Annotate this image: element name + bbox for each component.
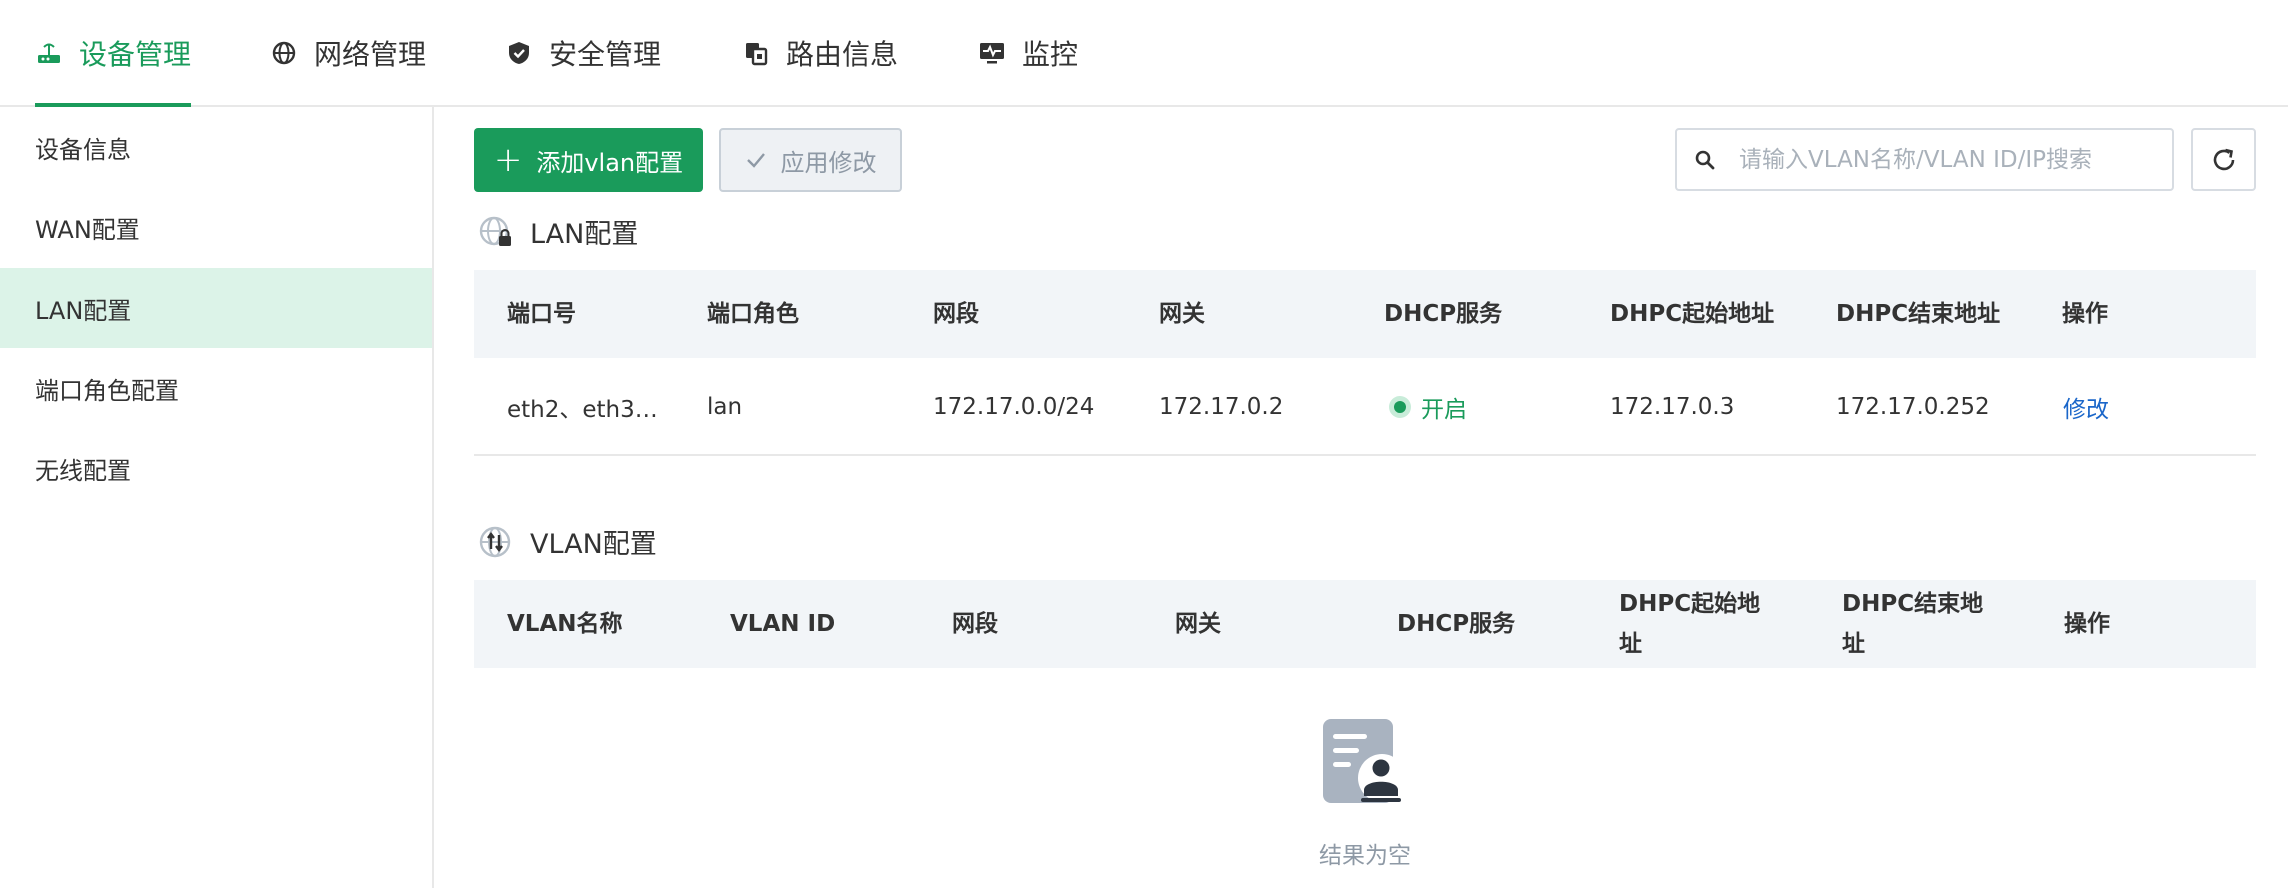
vlan-section-title-text: VLAN配置 xyxy=(530,529,657,560)
edit-link[interactable]: 修改 xyxy=(2063,390,2109,424)
column-header: 网段 xyxy=(933,301,979,327)
column-header: DHPC起始地址 xyxy=(1610,301,1775,327)
sidebar-item-wireless-config[interactable]: 无线配置 xyxy=(0,428,432,508)
router-icon xyxy=(35,39,63,67)
nav-tab-label: 安全管理 xyxy=(549,37,662,71)
column-header: VLAN ID xyxy=(730,611,836,637)
column-header: VLAN名称 xyxy=(507,611,623,637)
refresh-button[interactable] xyxy=(2191,128,2256,191)
add-vlan-button[interactable]: + 添加vlan配置 xyxy=(474,128,703,192)
sidebar-item-lan-config[interactable]: LAN配置 xyxy=(0,268,432,348)
nav-tab-route-info[interactable]: 路由信息 xyxy=(742,0,898,105)
column-header: 网关 xyxy=(1175,611,1221,637)
column-header: 网段 xyxy=(952,611,998,637)
search-icon xyxy=(1677,149,1733,171)
sidebar-item-label: 设备信息 xyxy=(35,135,131,164)
vlan-table-header: VLAN名称 VLAN ID 网段 网关 DHCP服务 DHPC起始地址 DHP… xyxy=(474,580,2256,668)
nav-tab-label: 监控 xyxy=(1022,37,1079,71)
route-icon xyxy=(742,39,770,67)
vlan-table: VLAN名称 VLAN ID 网段 网关 DHCP服务 DHPC起始地址 DHP… xyxy=(474,580,2256,668)
column-header: 操作 xyxy=(2062,301,2108,327)
sidebar-item-label: WAN配置 xyxy=(35,215,140,244)
nav-tab-monitor[interactable]: 监控 xyxy=(978,0,1078,105)
column-header: 端口角色 xyxy=(707,301,799,327)
nav-tab-label: 网络管理 xyxy=(314,37,427,71)
globe-icon xyxy=(270,39,298,67)
shield-icon xyxy=(505,39,533,67)
check-icon xyxy=(745,149,767,171)
nav-tab-label: 设备管理 xyxy=(79,37,192,71)
sidebar-item-label: 端口角色配置 xyxy=(35,376,179,405)
dhcp-status-text: 开启 xyxy=(1421,397,1467,423)
cell-gateway: 172.17.0.2 xyxy=(1159,394,1284,420)
status-dot-icon xyxy=(1389,396,1411,418)
lan-section-title: LAN配置 xyxy=(478,212,638,251)
table-row: eth2、eth3… lan 172.17.0.0/24 172.17.0.2 … xyxy=(474,358,2256,456)
column-header: 端口号 xyxy=(507,301,576,327)
cell-dhcp-start: 172.17.0.3 xyxy=(1610,394,1735,420)
lan-table: 端口号 端口角色 网段 网关 DHCP服务 DHPC起始地址 DHPC结束地址 … xyxy=(474,270,2256,456)
cell-role: lan xyxy=(707,394,743,420)
refresh-icon xyxy=(2209,145,2239,175)
apply-changes-button[interactable]: 应用修改 xyxy=(719,128,902,192)
cell-port: eth2、eth3… xyxy=(507,397,658,423)
column-header: DHCP服务 xyxy=(1384,301,1503,327)
sidebar-item-label: LAN配置 xyxy=(35,296,132,325)
column-header: DHPC结束地址 xyxy=(1842,591,1984,657)
sidebar: 设备信息 WAN配置 LAN配置 端口角色配置 无线配置 xyxy=(0,107,434,888)
vlan-section-title: VLAN配置 xyxy=(478,522,657,561)
nav-tab-label: 路由信息 xyxy=(786,37,899,71)
globe-transfer-icon xyxy=(478,524,514,560)
monitor-icon xyxy=(978,39,1006,67)
add-vlan-button-label: 添加vlan配置 xyxy=(536,148,684,177)
cell-dhcp-end: 172.17.0.252 xyxy=(1836,394,1990,420)
column-header: DHPC起始地址 xyxy=(1619,591,1761,657)
column-header: DHPC结束地址 xyxy=(1836,301,2001,327)
lan-table-header: 端口号 端口角色 网段 网关 DHCP服务 DHPC起始地址 DHPC结束地址 … xyxy=(474,270,2256,358)
search-input[interactable] xyxy=(1733,130,2172,189)
sidebar-item-device-info[interactable]: 设备信息 xyxy=(0,107,432,187)
cell-dhcp-status: 开启 xyxy=(1389,358,1467,456)
column-header: 网关 xyxy=(1159,301,1205,327)
nav-tab-device-management[interactable]: 设备管理 xyxy=(35,0,192,107)
apply-changes-button-label: 应用修改 xyxy=(780,148,877,177)
empty-state-text: 结果为空 xyxy=(1319,843,1411,869)
cell-subnet: 172.17.0.0/24 xyxy=(933,394,1095,420)
nav-tab-security-management[interactable]: 安全管理 xyxy=(505,0,661,105)
search-box xyxy=(1675,128,2174,191)
sidebar-item-label: 无线配置 xyxy=(35,456,131,485)
lan-section-title-text: LAN配置 xyxy=(530,219,639,250)
column-header: 操作 xyxy=(2064,611,2110,637)
top-navigation: 设备管理 网络管理 安全管理 路由信息 监控 xyxy=(0,0,2288,107)
sidebar-item-wan-config[interactable]: WAN配置 xyxy=(0,187,432,267)
plus-icon: + xyxy=(493,140,523,180)
sidebar-item-port-role-config[interactable]: 端口角色配置 xyxy=(0,348,432,428)
globe-lock-icon xyxy=(478,214,514,250)
column-header: DHCP服务 xyxy=(1397,611,1516,637)
cell-action: 修改 xyxy=(2063,358,2109,456)
empty-result-icon xyxy=(1320,717,1410,811)
nav-tab-network-management[interactable]: 网络管理 xyxy=(270,0,426,105)
